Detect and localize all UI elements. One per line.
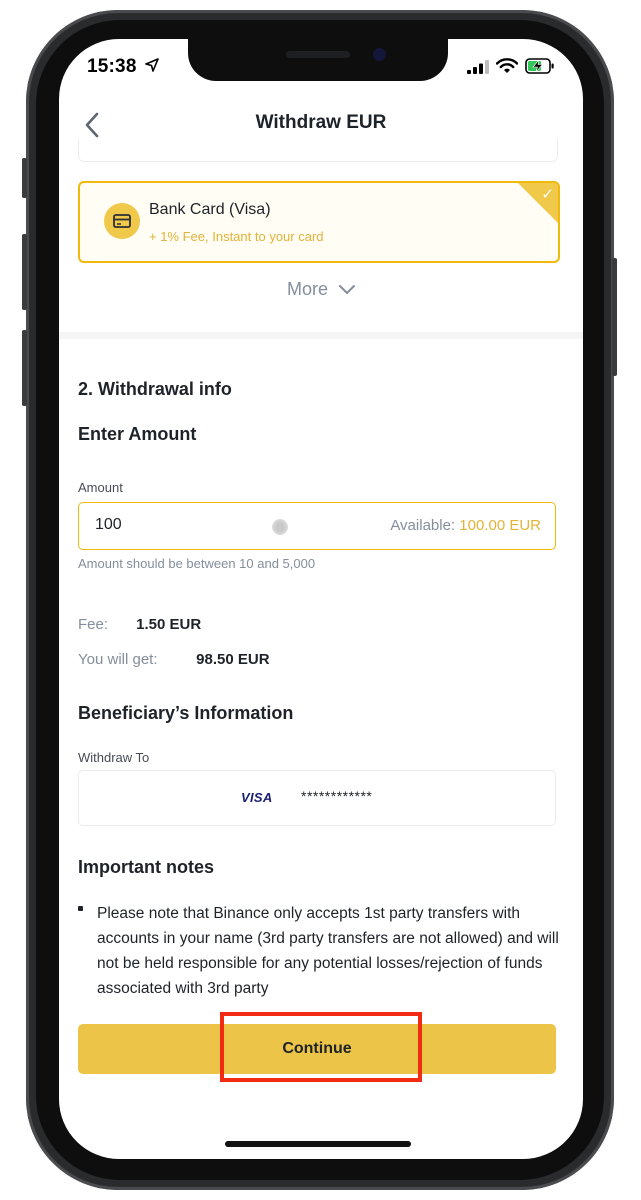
silent-switch [22,158,27,198]
chevron-down-icon [339,285,356,295]
fee-row: Fee: 1.50 EUR [78,616,201,633]
amount-label: Amount [78,480,123,495]
visa-logo: VISA [241,790,273,805]
amount-value: 100 [95,516,122,533]
phone-screen: 15:38 Withdraw EUR Bank Card (Visa) + 1%… [59,39,583,1159]
status-time: 15:38 [87,56,137,77]
receive-value: 98.50 EUR [196,651,270,668]
bank-card-icon [104,203,140,239]
camera [373,48,386,61]
home-indicator[interactable] [225,1141,411,1147]
fee-value: 1.50 EUR [136,616,202,633]
receive-label: You will get: [78,651,158,668]
speaker [286,51,350,58]
enter-amount-title: Enter Amount [78,424,197,444]
cellular-signal-icon [467,60,489,74]
touch-indicator [272,519,288,535]
location-arrow-icon [145,58,159,72]
card-glyph [113,214,131,228]
important-notes-title: Important notes [78,857,215,877]
amount-input[interactable]: 100 Available: 100.00 EUR [78,502,556,550]
withdrawal-info-title: 2. Withdrawal info [78,379,232,399]
bank-card-visa-option[interactable]: Bank Card (Visa) + 1% Fee, Instant to yo… [78,181,560,263]
power-button [612,258,617,376]
annotation-highlight-box [220,1012,422,1082]
battery-charging-icon [525,58,554,74]
checkmark-icon: ✓ [541,186,554,203]
volume-down-button [22,330,27,406]
beneficiary-title: Beneficiary’s Information [78,703,294,723]
method-fee-detail: + 1% Fee, Instant to your card [149,229,324,244]
bullet-icon [78,906,83,911]
more-toggle[interactable]: More [59,279,583,300]
withdraw-to-card[interactable]: VISA ************ [78,770,556,826]
method-name: Bank Card (Visa) [149,201,271,218]
receive-row: You will get: 98.50 EUR [78,651,270,668]
wifi-icon [496,58,518,73]
volume-up-button [22,234,27,310]
withdraw-to-label: Withdraw To [78,750,150,765]
masked-card-number: ************ [301,788,373,804]
available-balance: Available: 100.00 EUR [390,517,541,534]
previous-method-card[interactable] [78,139,558,162]
notch [188,39,448,81]
available-value: 100.00 EUR [459,517,541,534]
section-divider [59,332,583,339]
amount-hint: Amount should be between 10 and 5,000 [78,556,316,571]
available-label: Available: [390,517,456,534]
note-item: Please note that Binance only accepts 1s… [97,905,559,997]
more-label: More [286,279,328,299]
page-title: Withdraw EUR [255,112,387,133]
fee-label: Fee: [78,616,109,633]
